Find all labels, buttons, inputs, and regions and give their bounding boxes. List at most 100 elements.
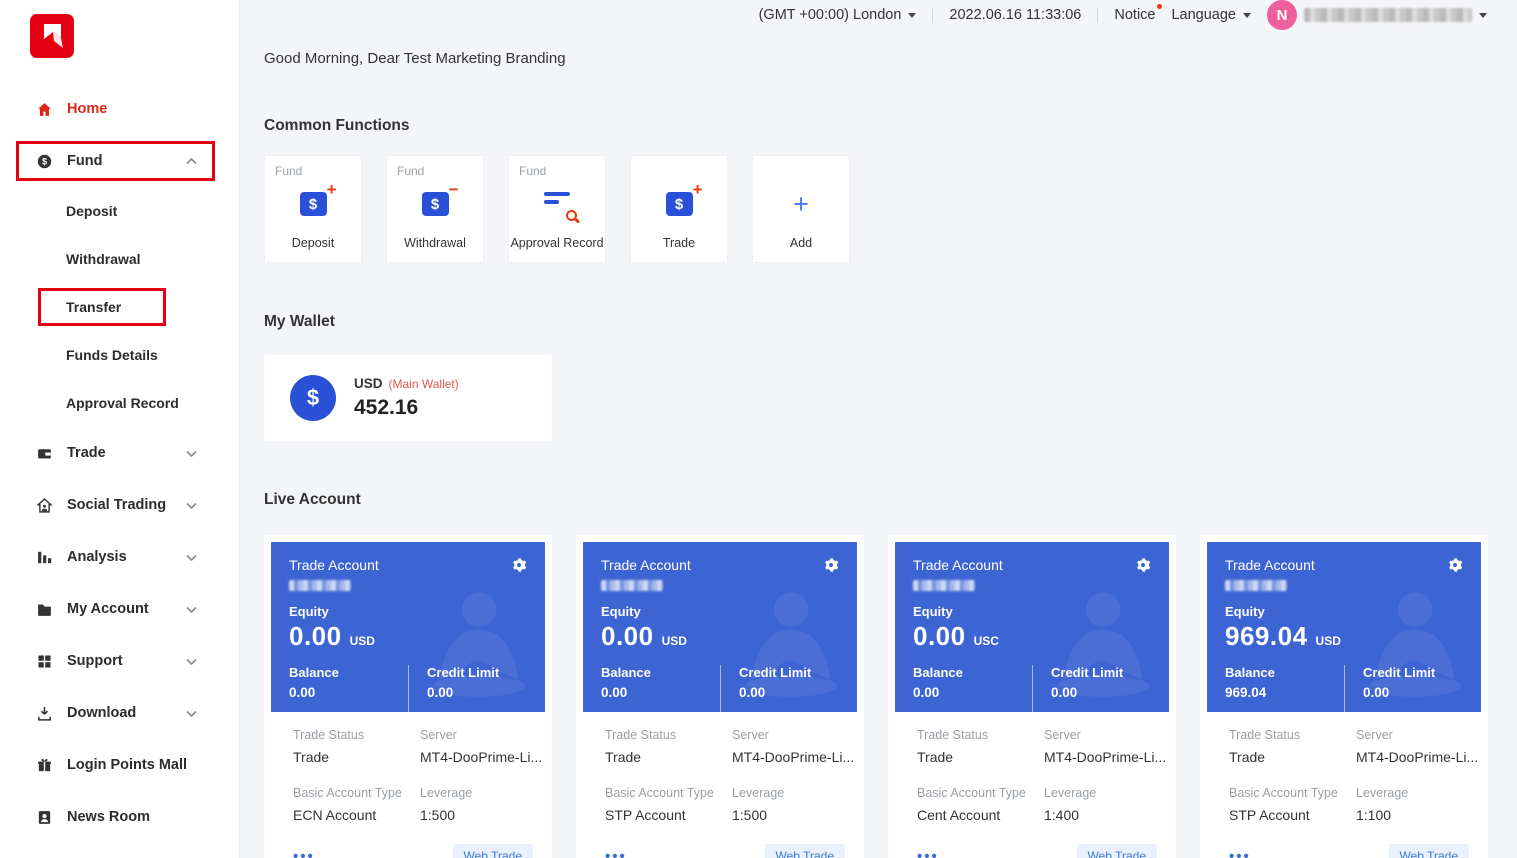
credit-limit-label: Credit Limit xyxy=(739,665,839,680)
credit-limit-cell: Credit Limit 0.00 xyxy=(1032,665,1151,712)
sidebar-item-fund[interactable]: $ Fund xyxy=(0,135,239,187)
web-trade-button[interactable]: Web Trade xyxy=(453,844,533,858)
trade-status-label: Trade Status xyxy=(1229,728,1356,742)
caret-down-icon xyxy=(908,13,916,18)
doo-prime-logo-icon xyxy=(30,14,74,58)
more-options-icon[interactable] xyxy=(1229,848,1251,858)
more-options-icon[interactable] xyxy=(293,848,315,858)
sidebar-item-label: News Room xyxy=(67,809,197,825)
more-options-icon[interactable] xyxy=(605,848,627,858)
sidebar-item-social-trading[interactable]: Social Trading xyxy=(0,479,239,531)
user-menu[interactable]: N xyxy=(1267,0,1487,30)
trade-status-label: Trade Status xyxy=(605,728,732,742)
account-type-label: Basic Account Type xyxy=(917,786,1044,800)
sidebar-item-analysis[interactable]: Analysis xyxy=(0,531,239,583)
sidebar-item-label: Analysis xyxy=(67,549,172,565)
sidebar-subitem-deposit[interactable]: Deposit xyxy=(0,187,239,235)
credit-limit-cell: Credit Limit 0.00 xyxy=(720,665,839,712)
card-label: Withdrawal xyxy=(387,236,483,250)
credit-limit-cell: Credit Limit 0.00 xyxy=(408,665,527,712)
leverage-label: Leverage xyxy=(420,786,535,800)
topbar-divider xyxy=(932,8,933,23)
sidebar-item-label: Trade xyxy=(67,445,172,461)
common-function-card-withdrawal[interactable]: Fund Withdrawal xyxy=(386,155,484,263)
social-trading-icon xyxy=(36,497,53,514)
credit-limit-label: Credit Limit xyxy=(1051,665,1151,680)
card-category: Fund xyxy=(519,164,546,178)
balance-label: Balance xyxy=(289,665,408,680)
sidebar-item-trade[interactable]: Trade xyxy=(0,427,239,479)
common-function-card-approval-record[interactable]: Fund Approval Record xyxy=(508,155,606,263)
account-card-title: Trade Account xyxy=(289,557,379,573)
more-options-icon[interactable] xyxy=(917,848,939,858)
sidebar-subitem-label: Deposit xyxy=(66,203,117,219)
sidebar-item-news-room[interactable]: News Room xyxy=(0,791,239,843)
language-selector[interactable]: Language xyxy=(1171,7,1251,23)
timezone-selector[interactable]: (GMT +00:00) London xyxy=(759,7,917,23)
sidebar-item-login-points-mall[interactable]: Login Points Mall xyxy=(0,739,239,791)
grid-icon xyxy=(36,653,53,670)
sidebar-item-label: Home xyxy=(67,101,197,117)
account-number-blurred xyxy=(913,580,975,591)
common-function-card-trade[interactable]: Trade xyxy=(630,155,728,263)
equity-label: Equity xyxy=(913,604,1151,619)
sidebar-item-support[interactable]: Support xyxy=(0,635,239,687)
sidebar-item-home[interactable]: Home xyxy=(0,83,239,135)
gear-icon[interactable] xyxy=(1447,557,1463,573)
web-trade-button[interactable]: Web Trade xyxy=(765,844,845,858)
notice-link[interactable]: Notice xyxy=(1114,7,1155,23)
sidebar-subitem-withdrawal[interactable]: Withdrawal xyxy=(0,235,239,283)
trade-status-value: Trade xyxy=(1229,749,1356,765)
account-type-value: STP Account xyxy=(1229,807,1356,823)
account-card-header: Trade Account Equity 0.00 USD Balance xyxy=(583,542,857,712)
equity-value: 0.00 xyxy=(913,621,966,652)
common-function-card-deposit[interactable]: Fund Deposit xyxy=(264,155,362,263)
live-account-card: Trade Account Equity 0.00 USC Balance xyxy=(888,535,1176,858)
sidebar-subitem-transfer[interactable]: Transfer xyxy=(0,283,239,331)
sidebar-item-download[interactable]: Download xyxy=(0,687,239,739)
card-label: Trade xyxy=(631,236,727,250)
account-type-value: ECN Account xyxy=(293,807,420,823)
caret-down-icon xyxy=(1479,13,1487,18)
credit-limit-cell: Credit Limit 0.00 xyxy=(1344,665,1463,712)
equity-value: 0.00 xyxy=(289,621,342,652)
sidebar-subitem-funds-details[interactable]: Funds Details xyxy=(0,331,239,379)
withdrawal-icon xyxy=(422,192,449,216)
chevron-down-icon xyxy=(186,710,197,717)
account-number-blurred xyxy=(601,580,663,591)
gear-icon[interactable] xyxy=(1135,557,1151,573)
section-title-common-functions: Common Functions xyxy=(264,117,1489,135)
equity-currency: USC xyxy=(974,634,999,648)
gear-icon[interactable] xyxy=(823,557,839,573)
sidebar-subitem-approval-record[interactable]: Approval Record xyxy=(0,379,239,427)
web-trade-button[interactable]: Web Trade xyxy=(1389,844,1469,858)
svg-text:$: $ xyxy=(42,156,47,166)
sidebar-item-label: Support xyxy=(67,653,172,669)
equity-currency: USD xyxy=(1316,634,1341,648)
trade-status-label: Trade Status xyxy=(917,728,1044,742)
balance-cell: Balance 0.00 xyxy=(913,665,1032,712)
wallet-card[interactable]: USD (Main Wallet) 452.16 xyxy=(264,355,552,441)
chevron-up-icon xyxy=(186,158,197,165)
leverage-label: Leverage xyxy=(1044,786,1159,800)
leverage-label: Leverage xyxy=(732,786,847,800)
sidebar-item-label: My Account xyxy=(67,601,172,617)
credit-limit-label: Credit Limit xyxy=(1363,665,1463,680)
gear-icon[interactable] xyxy=(511,557,527,573)
chevron-down-icon xyxy=(186,554,197,561)
language-label: Language xyxy=(1171,7,1236,23)
web-trade-button[interactable]: Web Trade xyxy=(1077,844,1157,858)
live-account-card: Trade Account Equity 969.04 USD Balance xyxy=(1200,535,1488,858)
timezone-label: (GMT +00:00) London xyxy=(759,7,902,23)
home-icon xyxy=(36,101,53,118)
balance-value: 0.00 xyxy=(289,685,408,700)
sidebar-item-my-account[interactable]: My Account xyxy=(0,583,239,635)
common-function-card-add[interactable]: Add xyxy=(752,155,850,263)
plus-badge-icon xyxy=(327,181,337,198)
server-value: MT4-DooPrime-Li... xyxy=(1356,749,1478,765)
topbar-divider xyxy=(1097,8,1098,23)
equity-value: 0.00 xyxy=(601,621,654,652)
balance-cell: Balance 0.00 xyxy=(289,665,408,712)
equity-currency: USD xyxy=(662,634,687,648)
server-value: MT4-DooPrime-Li... xyxy=(420,749,542,765)
